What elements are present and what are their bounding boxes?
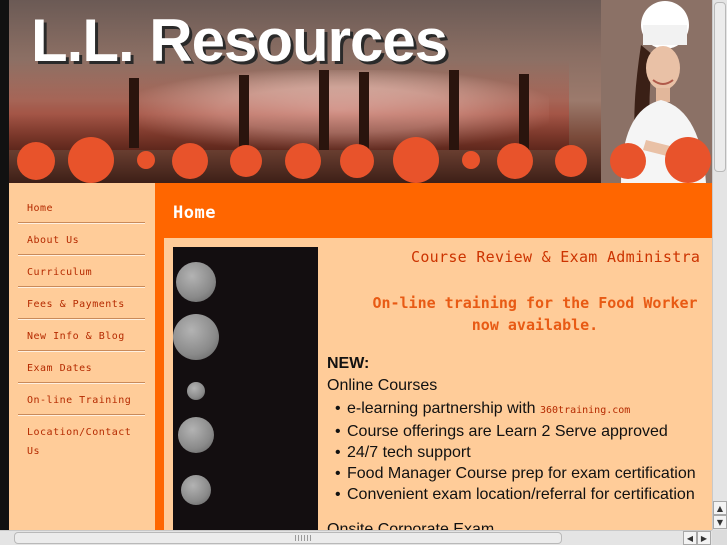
sidebar-item-new-info-blog[interactable]: New Info & Blog bbox=[18, 319, 145, 351]
decor-circle bbox=[555, 145, 587, 177]
sidebar-item-label[interactable]: Curriculum bbox=[27, 267, 92, 278]
list-item: • Course offerings are Learn 2 Serve appr… bbox=[335, 421, 696, 442]
list-item-text: Convenient exam location/referral for ce… bbox=[347, 486, 695, 503]
decorative-photo-column bbox=[173, 247, 318, 530]
decor-circle bbox=[17, 142, 55, 180]
bullet-icon: • bbox=[335, 423, 341, 440]
new-label: NEW: bbox=[327, 355, 370, 372]
cutoff-text: Onsite Corporate Exam... bbox=[327, 521, 508, 530]
vertical-scroll-thumb[interactable] bbox=[714, 2, 726, 172]
sidebar-item-location-contact[interactable]: Location/Contact Us bbox=[18, 415, 145, 465]
sidebar-item-home[interactable]: Home bbox=[18, 191, 145, 223]
horizontal-scrollbar[interactable]: ◀ ▶ bbox=[0, 530, 712, 545]
online-training-line: On-line training for the Food Worker bbox=[372, 294, 698, 312]
sidebar-item-curriculum[interactable]: Curriculum bbox=[18, 255, 145, 287]
sidebar-nav: Home About Us Curriculum Fees & Payments… bbox=[9, 183, 155, 465]
sidebar-item-label[interactable]: Exam Dates bbox=[27, 363, 92, 374]
sidebar-item-label[interactable]: Home bbox=[27, 203, 53, 214]
scrollbar-corner bbox=[712, 530, 727, 545]
vertical-scrollbar[interactable]: ▲ ▼ bbox=[712, 0, 727, 530]
decor-circle bbox=[172, 143, 208, 179]
list-item-text: 24/7 tech support bbox=[347, 444, 471, 461]
online-courses-label: Online Courses bbox=[327, 377, 438, 394]
sidebar-item-label[interactable]: New Info & Blog bbox=[27, 331, 125, 342]
list-item-text: Food Manager Course prep for exam certif… bbox=[347, 465, 696, 482]
chevron-left-icon: ◀ bbox=[686, 533, 694, 543]
sidebar-item-fees-payments[interactable]: Fees & Payments bbox=[18, 287, 145, 319]
online-training-announcement: On-line training for the Food Worker now… bbox=[345, 292, 712, 336]
decor-bubble bbox=[173, 314, 219, 360]
online-training-line: now available. bbox=[471, 316, 599, 334]
list-item: • 24/7 tech support bbox=[335, 442, 696, 463]
decor-bubble bbox=[178, 417, 214, 453]
list-item-text: e-learning partnership with bbox=[347, 400, 536, 417]
decor-circle bbox=[230, 145, 262, 177]
decor-bubble bbox=[176, 262, 216, 302]
decor-circle bbox=[340, 144, 374, 178]
horizontal-scroll-thumb[interactable] bbox=[14, 532, 562, 544]
page-title: Home bbox=[173, 203, 216, 223]
decor-circle bbox=[285, 143, 321, 179]
chevron-down-icon: ▼ bbox=[716, 517, 724, 527]
bullet-icon: • bbox=[335, 465, 341, 482]
sidebar: Home About Us Curriculum Fees & Payments… bbox=[9, 183, 155, 530]
decor-circle bbox=[137, 151, 155, 169]
page-viewport: L.L. Resources Home About Us Curriculum … bbox=[0, 0, 712, 530]
decor-circle bbox=[393, 137, 439, 183]
decorative-circle-row bbox=[9, 132, 712, 183]
scroll-grip bbox=[295, 535, 311, 541]
decor-circle bbox=[68, 137, 114, 183]
bullet-icon: • bbox=[335, 486, 341, 503]
scroll-right-button[interactable]: ▶ bbox=[697, 531, 711, 545]
decor-circle bbox=[610, 143, 646, 179]
list-item: • e-learning partnership with 360training… bbox=[335, 398, 696, 421]
list-item: • Convenient exam location/referral for c… bbox=[335, 484, 696, 505]
content-panel: Course Review & Exam Administra On-line … bbox=[164, 238, 712, 530]
bullet-icon: • bbox=[335, 400, 341, 417]
header-banner: L.L. Resources bbox=[9, 0, 712, 183]
decor-bubble bbox=[187, 382, 205, 400]
scroll-down-button[interactable]: ▼ bbox=[713, 515, 727, 529]
scroll-up-button[interactable]: ▲ bbox=[713, 501, 727, 515]
sidebar-item-online-training[interactable]: On-line Training bbox=[18, 383, 145, 415]
list-item-text: Course offerings are Learn 2 Serve appro… bbox=[347, 423, 668, 440]
main-content: Home Course Review & Exam Administra On-… bbox=[155, 183, 712, 530]
sidebar-item-label[interactable]: About Us bbox=[27, 235, 79, 246]
bullet-icon: • bbox=[335, 444, 341, 461]
sidebar-item-about-us[interactable]: About Us bbox=[18, 223, 145, 255]
course-review-heading: Course Review & Exam Administra bbox=[411, 248, 701, 266]
decor-circle bbox=[462, 151, 480, 169]
chevron-up-icon: ▲ bbox=[716, 503, 724, 513]
feature-list: • e-learning partnership with 360training… bbox=[335, 398, 696, 505]
site-title: L.L. Resources bbox=[31, 7, 448, 74]
decor-circle bbox=[497, 143, 533, 179]
list-item: • Food Manager Course prep for exam certi… bbox=[335, 463, 696, 484]
sidebar-item-label[interactable]: Location/Contact Us bbox=[27, 427, 131, 457]
chevron-right-icon: ▶ bbox=[700, 533, 708, 543]
decor-circle bbox=[665, 137, 711, 183]
scroll-left-button[interactable]: ◀ bbox=[683, 531, 697, 545]
partner-link[interactable]: 360training.com bbox=[540, 405, 630, 416]
sidebar-item-label[interactable]: Fees & Payments bbox=[27, 299, 125, 310]
sidebar-item-label[interactable]: On-line Training bbox=[27, 395, 131, 406]
decor-bubble bbox=[181, 475, 211, 505]
sidebar-item-exam-dates[interactable]: Exam Dates bbox=[18, 351, 145, 383]
